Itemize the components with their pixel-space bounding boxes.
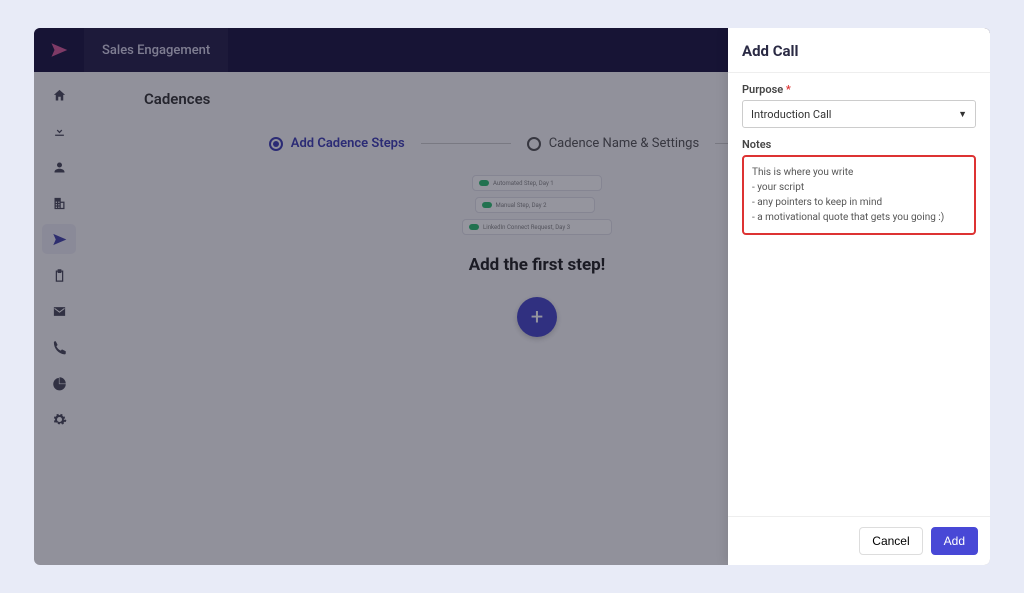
toggle-on-icon xyxy=(469,224,479,230)
drawer-footer: Cancel Add xyxy=(728,516,990,565)
add-button[interactable]: Add xyxy=(931,527,978,555)
clipboard-icon[interactable] xyxy=(42,260,76,290)
mail-icon[interactable] xyxy=(42,296,76,326)
cancel-button[interactable]: Cancel xyxy=(859,527,922,555)
notes-label: Notes xyxy=(742,138,976,151)
preview-card: LinkedIn Connect Request, Day 3 xyxy=(462,219,612,235)
required-asterisk: * xyxy=(786,83,791,96)
add-call-drawer: Add Call Purpose * Introduction Call ▼ N… xyxy=(728,28,990,565)
purpose-select[interactable]: Introduction Call ▼ xyxy=(742,100,976,128)
preview-card-label: LinkedIn Connect Request, Day 3 xyxy=(483,224,570,231)
purpose-select-value: Introduction Call xyxy=(751,108,831,121)
toggle-on-icon xyxy=(479,180,489,186)
preview-card-label: Manual Step, Day 2 xyxy=(496,202,547,209)
phone-icon[interactable] xyxy=(42,332,76,362)
wizard-step-add-cadence[interactable]: Add Cadence Steps xyxy=(269,136,405,151)
app-logo-icon[interactable] xyxy=(34,41,84,59)
wizard-step-label: Add Cadence Steps xyxy=(291,136,405,151)
toggle-on-icon xyxy=(482,202,492,208)
radio-inactive-icon xyxy=(527,137,541,151)
wizard-step-label: Cadence Name & Settings xyxy=(549,136,700,151)
notes-textarea[interactable]: This is where you write - your script - … xyxy=(742,155,976,235)
radio-active-icon xyxy=(269,137,283,151)
preview-card-label: Automated Step, Day 1 xyxy=(493,180,554,187)
sidebar xyxy=(34,72,84,565)
inbox-download-icon[interactable] xyxy=(42,116,76,146)
add-step-button[interactable]: + xyxy=(517,297,557,337)
gear-icon[interactable] xyxy=(42,404,76,434)
user-icon[interactable] xyxy=(42,152,76,182)
wizard-divider xyxy=(421,143,511,144)
wizard-step-name-settings[interactable]: Cadence Name & Settings xyxy=(527,136,700,151)
product-label: Sales Engagement xyxy=(84,28,228,72)
drawer-title: Add Call xyxy=(728,28,990,73)
preview-card: Manual Step, Day 2 xyxy=(475,197,595,213)
send-icon[interactable] xyxy=(42,224,76,254)
purpose-label: Purpose * xyxy=(742,83,976,96)
preview-card: Automated Step, Day 1 xyxy=(472,175,602,191)
home-icon[interactable] xyxy=(42,80,76,110)
building-icon[interactable] xyxy=(42,188,76,218)
chart-pie-icon[interactable] xyxy=(42,368,76,398)
plus-icon: + xyxy=(531,305,543,330)
chevron-down-icon: ▼ xyxy=(958,109,967,120)
